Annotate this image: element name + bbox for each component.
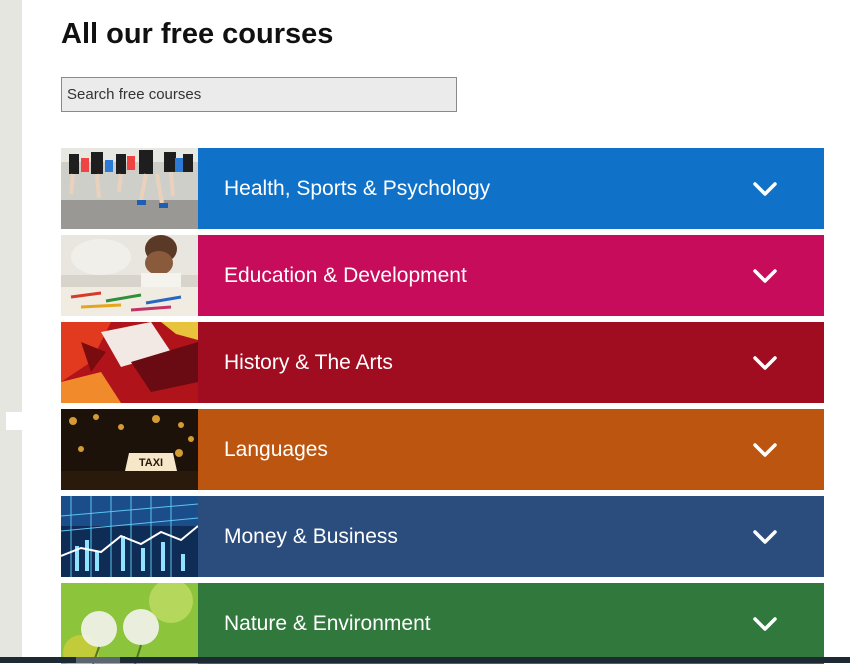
category-money-business[interactable]: Money & Business: [61, 496, 824, 577]
category-languages[interactable]: TAXI Languages: [61, 409, 824, 490]
category-nature-environment[interactable]: Nature & Environment: [61, 583, 824, 664]
abstract-painting-photo: [61, 322, 198, 403]
category-label: Health, Sports & Psychology: [224, 176, 491, 200]
chevron-down-icon[interactable]: [752, 529, 778, 545]
bottom-taskbar-strip: [0, 657, 850, 663]
search-input[interactable]: [61, 77, 457, 112]
chevron-down-icon[interactable]: [752, 181, 778, 197]
left-rail-notch: [0, 412, 6, 430]
chevron-down-icon[interactable]: [752, 268, 778, 284]
chevron-down-icon[interactable]: [752, 442, 778, 458]
category-label: Education & Development: [224, 263, 467, 287]
svg-text:TAXI: TAXI: [139, 457, 163, 469]
chevron-down-icon[interactable]: [752, 355, 778, 371]
stock-data-photo: [61, 496, 198, 577]
category-band: Health, Sports & Psychology: [198, 148, 824, 229]
category-band: Languages: [198, 409, 824, 490]
child-drawing-photo: [61, 235, 198, 316]
runners-photo: [61, 148, 198, 229]
category-band: History & The Arts: [198, 322, 824, 403]
category-education-development[interactable]: Education & Development: [61, 235, 824, 316]
bottom-taskbar-segment: [76, 657, 120, 663]
category-label: Nature & Environment: [224, 611, 431, 635]
category-history-the-arts[interactable]: History & The Arts: [61, 322, 824, 403]
category-label: History & The Arts: [224, 350, 393, 374]
page-title: All our free courses: [61, 18, 334, 50]
left-sidebar-rail-lower: [0, 430, 22, 663]
dandelion-photo: [61, 583, 198, 664]
category-band: Education & Development: [198, 235, 824, 316]
category-label: Money & Business: [224, 524, 398, 548]
left-sidebar-rail: [0, 0, 22, 412]
category-band: Money & Business: [198, 496, 824, 577]
category-band: Nature & Environment: [198, 583, 824, 664]
paris-taxi-photo: TAXI: [61, 409, 198, 490]
category-health-sports-psychology[interactable]: Health, Sports & Psychology: [61, 148, 824, 229]
category-label: Languages: [224, 437, 328, 461]
chevron-down-icon[interactable]: [752, 616, 778, 632]
